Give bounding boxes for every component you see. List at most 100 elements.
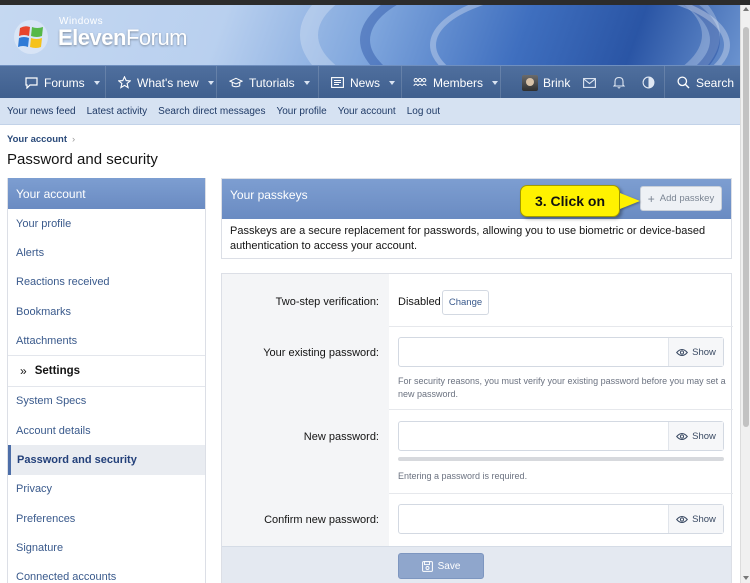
sidebar-item-bookmarks[interactable]: Bookmarks (8, 297, 205, 326)
subnav-your-account[interactable]: Your account (338, 106, 396, 117)
forums-icon (24, 76, 38, 90)
chevron-down-icon[interactable] (389, 80, 396, 85)
nav-label: Forums (44, 75, 85, 90)
sidebar-item-system-specs[interactable]: System Specs (8, 387, 205, 416)
sidebar-header[interactable]: Your account (8, 178, 205, 209)
plus-icon: + (647, 191, 655, 206)
nav-separator (216, 66, 217, 99)
windows-logo-icon[interactable] (12, 18, 50, 56)
show-label: Show (692, 346, 716, 358)
search-icon (676, 76, 690, 90)
subnav-latest-activity[interactable]: Latest activity (87, 106, 148, 117)
logo-light: Forum (125, 25, 188, 50)
save-button[interactable]: Save (398, 553, 484, 579)
subnav-news-feed[interactable]: Your news feed (7, 106, 76, 117)
nav-separator (500, 66, 501, 99)
sidebar-item-alerts[interactable]: Alerts (8, 238, 205, 267)
sidebar-item-account-details[interactable]: Account details (8, 416, 205, 445)
nav-inbox[interactable] (582, 66, 602, 99)
existing-password-label: Your existing password: (263, 347, 379, 359)
sidebar-item-privacy[interactable]: Privacy (8, 475, 205, 504)
nav-username: Brink (543, 75, 571, 90)
add-passkey-button[interactable]: + Add passkey (640, 186, 722, 211)
breadcrumb[interactable]: Your account › (7, 134, 75, 145)
chevron-down-icon[interactable] (303, 80, 310, 85)
page: Windows ElevenForum Forums What's new Tu… (0, 5, 740, 583)
nav-label: News (350, 75, 381, 90)
site-logo-text[interactable]: ElevenForum (58, 25, 188, 51)
contrast-icon (641, 76, 655, 90)
sidebar-item-preferences[interactable]: Preferences (8, 504, 205, 533)
existing-password-input[interactable]: Show (398, 337, 724, 367)
confirm-password-input[interactable]: Show (398, 504, 724, 534)
newspaper-icon (330, 76, 344, 90)
nav-news[interactable]: News (330, 66, 396, 99)
new-password-input[interactable]: Show (398, 421, 724, 451)
nav-style-toggle[interactable] (641, 66, 661, 99)
show-password-button[interactable]: Show (668, 338, 723, 366)
passkeys-title: Your passkeys (230, 188, 308, 202)
row-divider (389, 493, 733, 494)
page-scrollbar[interactable] (740, 5, 750, 583)
nav-whats-new[interactable]: What's new (117, 66, 214, 99)
row-divider (389, 326, 733, 327)
password-form: Two-step verification: Disabled Change Y… (221, 273, 733, 583)
sidebar-item-attachments[interactable]: Attachments (8, 326, 205, 355)
form-label-column (222, 274, 389, 546)
site-banner: Windows ElevenForum (0, 5, 740, 65)
settings-heading-label: Settings (34, 365, 81, 378)
scroll-up-arrow-icon[interactable] (743, 7, 749, 11)
form-footer: Save (222, 546, 731, 583)
nav-label: Tutorials (249, 75, 295, 90)
bell-icon (612, 76, 626, 90)
two-step-status: Disabled (398, 296, 441, 308)
subnav-search-messages[interactable]: Search direct messages (158, 106, 265, 117)
subnav-your-profile[interactable]: Your profile (276, 106, 326, 117)
sidebar-item-connected-accounts[interactable]: Connected accounts (8, 563, 205, 583)
nav-tutorials[interactable]: Tutorials (229, 66, 310, 99)
chevron-down-icon[interactable] (492, 80, 499, 85)
confirm-password-label: Confirm new password: (264, 514, 379, 526)
new-password-label: New password: (303, 431, 379, 443)
eye-icon (676, 348, 689, 356)
sidebar-item-your-profile[interactable]: Your profile (8, 209, 205, 238)
show-password-button[interactable]: Show (668, 505, 723, 533)
add-passkey-label: Add passkey (659, 193, 715, 204)
page-title: Password and security (7, 151, 158, 168)
scrollbar-thumb[interactable] (743, 27, 749, 427)
scroll-down-arrow-icon[interactable] (743, 576, 749, 580)
chevron-down-icon[interactable] (93, 80, 100, 85)
show-password-button[interactable]: Show (668, 422, 723, 450)
nav-user-account[interactable]: Brink (522, 66, 570, 99)
nav-search[interactable]: Search (676, 66, 734, 99)
show-label: Show (692, 513, 716, 525)
change-two-step-button[interactable]: Change (442, 290, 489, 315)
nav-search-label: Search (696, 75, 735, 90)
callout-arrow-icon (620, 193, 640, 209)
breadcrumb-your-account[interactable]: Your account (7, 134, 67, 145)
sidebar-item-password-security[interactable]: Password and security (8, 445, 205, 475)
nav-separator (401, 66, 402, 99)
subnav-log-out[interactable]: Log out (407, 106, 440, 117)
save-icon (421, 560, 433, 572)
nav-alerts[interactable] (612, 66, 632, 99)
passkeys-header: Your passkeys + Add passkey (222, 179, 731, 219)
nav-separator (664, 66, 665, 99)
nav-forums[interactable]: Forums (24, 66, 100, 99)
passkeys-panel: Your passkeys + Add passkey Passkeys are… (221, 178, 732, 259)
save-label: Save (437, 560, 461, 572)
envelope-icon (582, 76, 596, 90)
password-strength-meter (398, 457, 724, 461)
double-chevron-icon: » (20, 364, 27, 379)
tutorial-callout: 3. Click on (520, 185, 620, 217)
nav-members[interactable]: Members (413, 66, 499, 99)
nav-label: What's new (137, 75, 199, 90)
passkeys-description: Passkeys are a secure replacement for pa… (230, 225, 706, 252)
chevron-down-icon[interactable] (207, 80, 214, 85)
main-nav: Forums What's new Tutorials News Members… (0, 65, 740, 99)
existing-password-hint: For security reasons, you must verify yo… (398, 376, 726, 399)
sidebar-item-signature[interactable]: Signature (8, 533, 205, 562)
account-sidebar: Your account Your profile Alerts Reactio… (7, 178, 206, 583)
sidebar-item-reactions-received[interactable]: Reactions received (8, 268, 205, 297)
row-divider (389, 409, 733, 410)
